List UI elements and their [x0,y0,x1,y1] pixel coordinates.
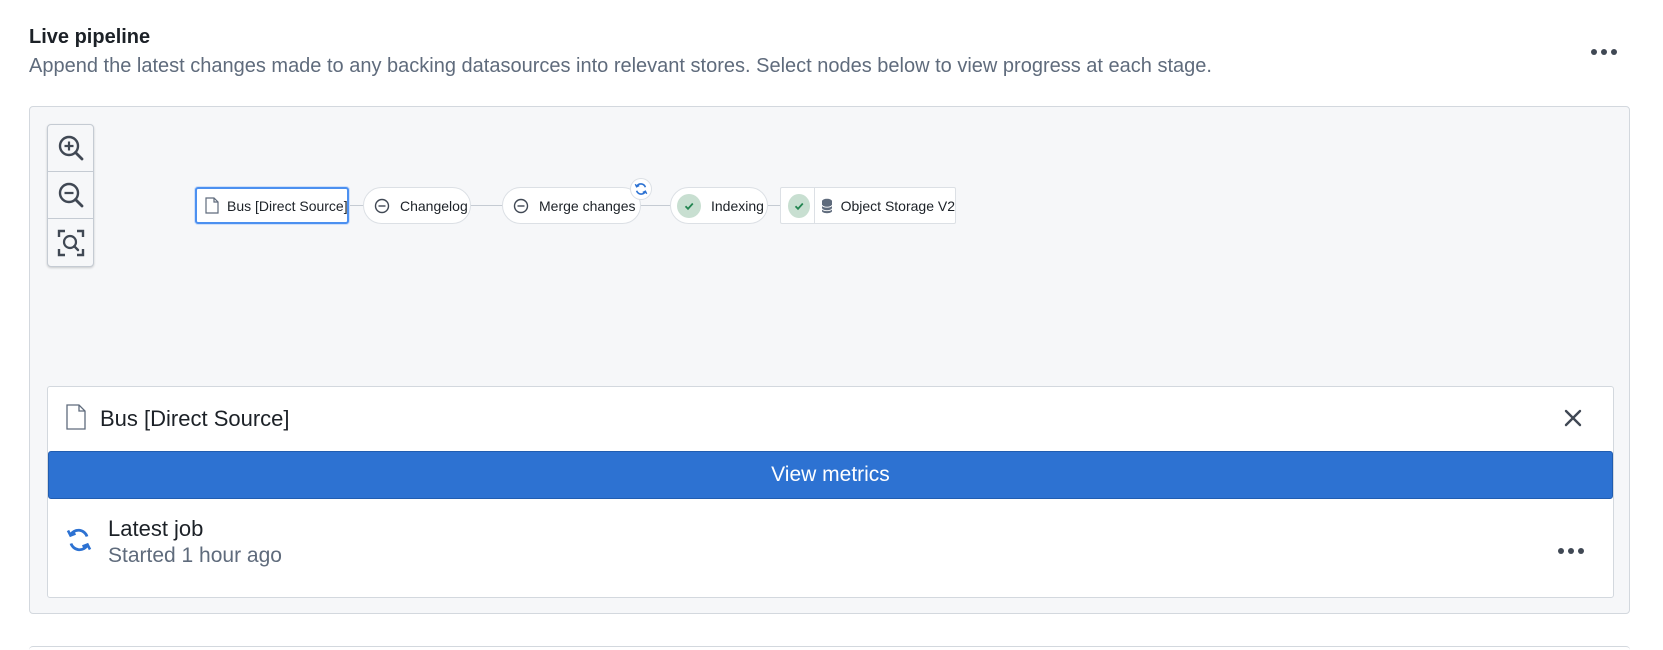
page-title: Live pipeline [29,26,151,48]
check-icon [788,193,810,218]
pipeline-graph: Bus [Direct Source] Changelog Merge chan… [30,107,1130,367]
node-label: Object Storage V2 [840,197,955,214]
edge [640,205,670,206]
document-icon [66,403,86,435]
check-icon [677,193,701,218]
database-icon [821,198,833,214]
more-dot [1578,548,1584,554]
node-changelog[interactable]: Changelog [363,187,471,224]
more-horizontal-icon [1591,49,1597,55]
more-dot [1568,548,1574,554]
node-label: Changelog [400,197,468,214]
more-dot [1601,49,1607,55]
next-section-edge [29,646,1630,650]
edge [348,205,364,206]
pipeline-header: Live pipeline Append the latest changes … [29,24,1609,80]
close-button[interactable] [1561,406,1585,430]
minus-circle-icon [513,198,529,214]
minus-circle-icon [374,198,390,214]
node-label: Bus [Direct Source] [227,197,348,214]
node-indexing[interactable]: Indexing [670,187,768,224]
node-bus-direct-source[interactable]: Bus [Direct Source] [195,187,349,224]
node-label: Merge changes [539,197,636,214]
latest-job: Latest job Started 1 hour ago [66,515,282,570]
node-divider [813,188,815,223]
view-metrics-button[interactable]: View metrics [48,451,1613,499]
latest-job-title: Latest job [108,516,204,541]
node-object-storage-v2[interactable]: Object Storage V2 [780,187,956,224]
more-dot [1611,49,1617,55]
refresh-icon [66,527,92,558]
detail-header: Bus [Direct Source] [48,387,1613,451]
job-more-options-button[interactable] [1553,541,1589,561]
node-merge-changes[interactable]: Merge changes [502,187,641,224]
page-subtitle: Append the latest changes made to any ba… [29,55,1212,77]
pipeline-panel: Bus [Direct Source] Changelog Merge chan… [29,106,1630,614]
latest-job-text: Latest job Started 1 hour ago [108,515,282,570]
close-icon [1564,409,1582,427]
node-detail-card: Bus [Direct Source] View metrics Latest … [47,386,1614,598]
document-icon [205,197,219,214]
edge [767,205,781,206]
detail-title: Bus [Direct Source] [100,406,290,431]
running-indicator-icon [630,178,652,200]
more-options-button[interactable] [1586,38,1622,66]
more-horizontal-icon [1558,548,1564,554]
node-label: Indexing [711,197,764,214]
edge [469,205,503,206]
latest-job-status: Started 1 hour ago [108,544,282,567]
